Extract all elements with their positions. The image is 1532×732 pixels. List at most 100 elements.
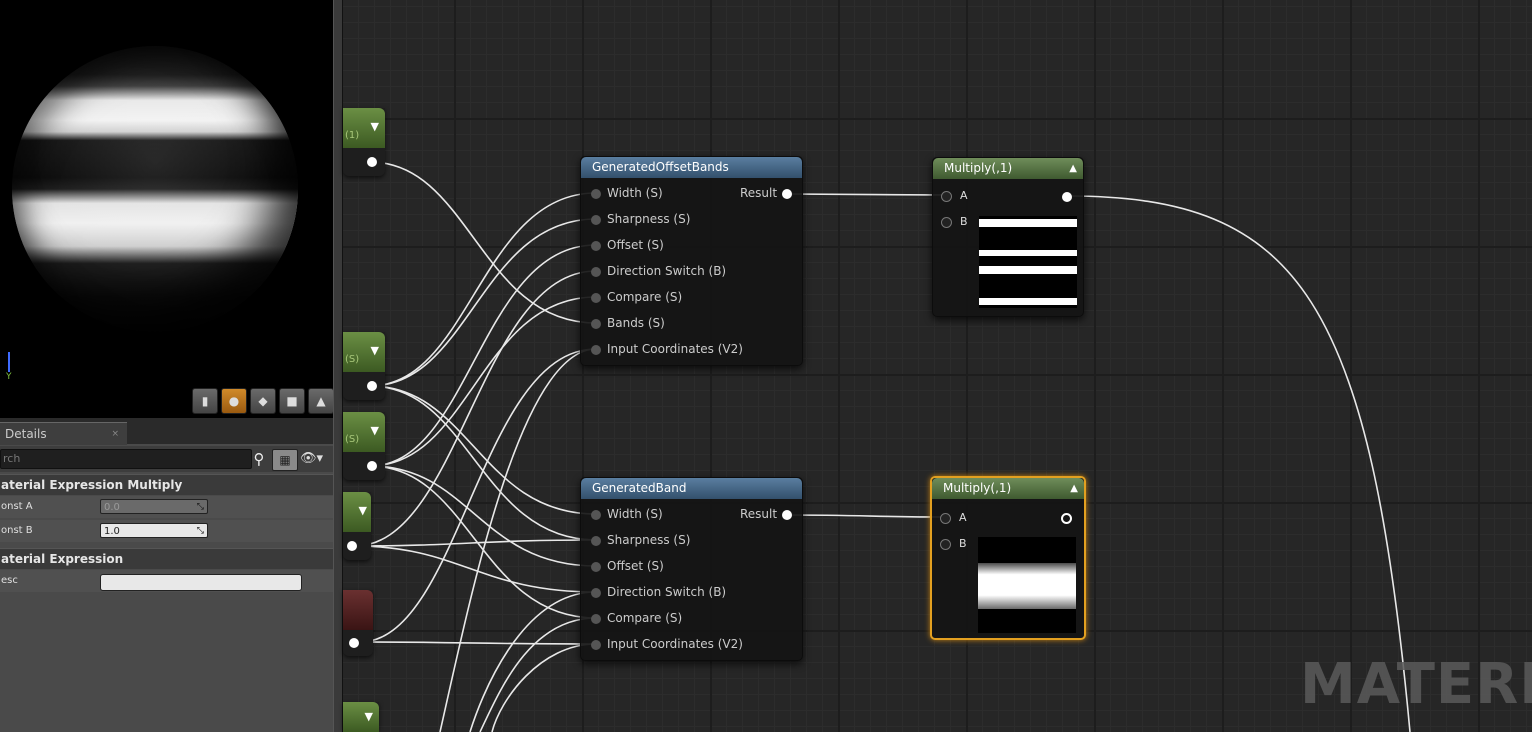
input-pin[interactable] bbox=[591, 189, 601, 199]
output-pin[interactable] bbox=[1062, 192, 1072, 202]
output-pin[interactable] bbox=[1061, 513, 1072, 524]
watermark-text: MATERIA bbox=[1300, 652, 1532, 717]
param-node-stub[interactable]: (1) ▼ bbox=[343, 108, 385, 176]
preview-viewport[interactable]: Y ▮ ● ◆ ■ ▲ bbox=[0, 0, 333, 418]
details-tab-bar: Details × bbox=[0, 418, 333, 445]
output-pin[interactable] bbox=[367, 157, 377, 167]
input-pin[interactable] bbox=[591, 614, 601, 624]
node-title-text: Multiply(,1) bbox=[944, 161, 1013, 175]
input-label: Input Coordinates (V2) bbox=[607, 342, 743, 356]
output-label: Result bbox=[740, 507, 778, 521]
search-input[interactable]: rch bbox=[0, 449, 252, 469]
property-matrix-button[interactable]: ▦ bbox=[272, 449, 298, 471]
param-node-stub[interactable]: ▼ bbox=[343, 702, 379, 732]
input-label: Direction Switch (B) bbox=[607, 585, 727, 599]
category-title: aterial Expression bbox=[1, 552, 124, 566]
input-pin[interactable] bbox=[591, 345, 601, 355]
input-label: Width (S) bbox=[607, 186, 663, 200]
input-pin[interactable] bbox=[940, 513, 951, 524]
generated-band-node[interactable]: GeneratedBand Width (S) Sharpness (S) Of… bbox=[580, 477, 803, 661]
category-header[interactable]: aterial Expression bbox=[0, 548, 333, 569]
input-pin[interactable] bbox=[940, 539, 951, 550]
property-name: esc bbox=[1, 575, 18, 586]
collapse-arrow-icon[interactable]: ▲ bbox=[1069, 158, 1077, 179]
output-pin[interactable] bbox=[367, 461, 377, 471]
param-node-stub[interactable]: ▼ bbox=[343, 492, 371, 560]
node-title: Multiply(,1) ▲ bbox=[933, 158, 1083, 179]
input-pin[interactable] bbox=[591, 562, 601, 572]
output-pin[interactable] bbox=[782, 189, 792, 199]
input-pin[interactable] bbox=[591, 588, 601, 598]
multiply-node-top[interactable]: Multiply(,1) ▲ A B bbox=[932, 157, 1084, 317]
preview-sphere bbox=[12, 46, 298, 332]
cylinder-icon[interactable]: ▮ bbox=[192, 388, 218, 414]
output-pin[interactable] bbox=[347, 541, 357, 551]
custom-mesh-icon[interactable]: ▲ bbox=[308, 388, 333, 414]
input-pin[interactable] bbox=[591, 536, 601, 546]
output-pin[interactable] bbox=[782, 510, 792, 520]
param-node-stub[interactable]: (S) ▼ bbox=[343, 412, 385, 480]
plane-icon[interactable]: ◆ bbox=[250, 388, 276, 414]
chevron-down-icon[interactable]: ▼ bbox=[371, 424, 379, 437]
details-search-row: rch ⚲ ▦ 👁▾ bbox=[0, 446, 333, 472]
close-icon[interactable]: × bbox=[111, 423, 119, 445]
eye-icon[interactable]: 👁▾ bbox=[300, 449, 330, 469]
tab-details[interactable]: Details × bbox=[0, 422, 127, 445]
sphere-icon[interactable]: ● bbox=[221, 388, 247, 414]
input-label: Bands (S) bbox=[607, 316, 665, 330]
input-label: Input Coordinates (V2) bbox=[607, 637, 743, 651]
chevron-down-icon[interactable]: ▼ bbox=[371, 120, 379, 133]
input-label: Width (S) bbox=[607, 507, 663, 521]
chevron-down-icon[interactable]: ▼ bbox=[371, 344, 379, 357]
property-row: esc bbox=[0, 570, 333, 592]
chevron-down-icon[interactable]: ▼ bbox=[365, 710, 373, 723]
generated-offset-bands-node[interactable]: GeneratedOffsetBands Width (S) Sharpness… bbox=[580, 156, 803, 366]
input-label: Offset (S) bbox=[607, 238, 664, 252]
input-pin[interactable] bbox=[591, 319, 601, 329]
panel-splitter[interactable] bbox=[333, 0, 343, 732]
node-title: GeneratedBand bbox=[581, 478, 802, 499]
chevron-down-icon[interactable]: ▼ bbox=[359, 504, 367, 517]
property-row: onst A 0.0 ⤡ bbox=[0, 496, 333, 518]
param-node-stub[interactable]: (S) ▼ bbox=[343, 332, 385, 400]
param-node-stub[interactable] bbox=[343, 590, 373, 656]
input-pin[interactable] bbox=[591, 215, 601, 225]
cube-icon[interactable]: ■ bbox=[279, 388, 305, 414]
node-title: Multiply(,1) ▲ bbox=[932, 478, 1084, 499]
input-label: B bbox=[959, 537, 967, 550]
node-preview-thumbnail bbox=[979, 216, 1077, 308]
const-a-value: 0.0 bbox=[104, 502, 120, 513]
drag-handle-icon[interactable]: ⤡ bbox=[197, 500, 204, 515]
preview-mesh-toolbar: ▮ ● ◆ ■ ▲ bbox=[192, 388, 333, 414]
input-label: Sharpness (S) bbox=[607, 533, 691, 547]
output-pin[interactable] bbox=[367, 381, 377, 391]
input-label: A bbox=[959, 511, 967, 524]
input-label: A bbox=[960, 189, 968, 202]
const-b-value: 1.0 bbox=[104, 526, 120, 537]
input-pin[interactable] bbox=[941, 217, 952, 228]
input-pin[interactable] bbox=[591, 267, 601, 277]
drag-handle-icon[interactable]: ⤡ bbox=[197, 524, 204, 539]
search-icon[interactable]: ⚲ bbox=[250, 449, 268, 469]
param-label: (S) bbox=[345, 354, 360, 365]
output-pin[interactable] bbox=[349, 638, 359, 648]
input-pin[interactable] bbox=[591, 241, 601, 251]
desc-field[interactable] bbox=[100, 574, 302, 591]
input-pin[interactable] bbox=[591, 640, 601, 650]
input-label: Compare (S) bbox=[607, 611, 683, 625]
category-header[interactable]: aterial Expression Multiply bbox=[0, 474, 333, 495]
const-b-field[interactable]: 1.0 ⤡ bbox=[100, 523, 208, 538]
const-a-field[interactable]: 0.0 ⤡ bbox=[100, 499, 208, 514]
multiply-node-bottom[interactable]: Multiply(,1) ▲ A B bbox=[930, 476, 1086, 640]
node-title: GeneratedOffsetBands bbox=[581, 157, 802, 178]
input-pin[interactable] bbox=[941, 191, 952, 202]
tab-details-label: Details bbox=[5, 427, 47, 441]
input-pin[interactable] bbox=[591, 510, 601, 520]
input-pin[interactable] bbox=[591, 293, 601, 303]
input-label: Offset (S) bbox=[607, 559, 664, 573]
output-label: Result bbox=[740, 186, 778, 200]
param-label: (1) bbox=[345, 130, 360, 141]
param-label: (S) bbox=[345, 434, 360, 445]
axis-y-label: Y bbox=[6, 372, 12, 382]
collapse-arrow-icon[interactable]: ▲ bbox=[1070, 478, 1078, 499]
